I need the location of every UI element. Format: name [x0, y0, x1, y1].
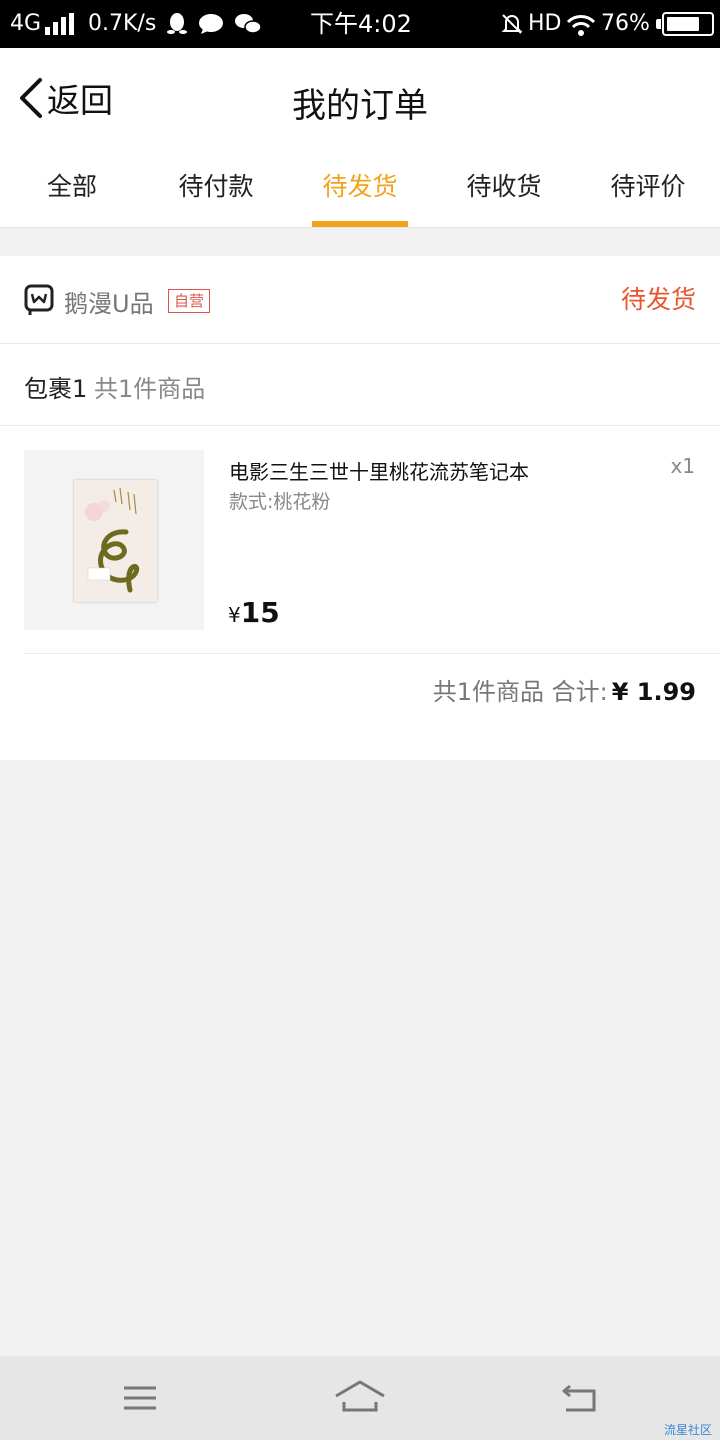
tab-all[interactable]: 全部: [0, 148, 144, 227]
status-bar: 4G 0.7K/s 下午4:02 HD 76%: [0, 0, 720, 48]
product-spec: 款式:桃花粉: [229, 491, 331, 513]
product-price: ¥15: [228, 596, 280, 629]
product-image[interactable]: [24, 450, 204, 630]
order-tabs: 全部 待付款 待发货 待收货 待评价: [0, 148, 720, 228]
nav-header: 返回 我的订单: [0, 48, 720, 148]
system-nav-bar: 流星社区: [0, 1356, 720, 1440]
package-label: 包裹1: [24, 375, 88, 403]
chat-bubble-icon: [199, 14, 223, 34]
shop-row: 鹅漫U品 自营 待发货: [0, 256, 720, 344]
package-row: 包裹1 共1件商品: [0, 344, 720, 426]
battery-icon: [662, 12, 714, 36]
divider: [24, 653, 720, 654]
shop-name[interactable]: 鹅漫U品: [64, 284, 154, 319]
order-total: ¥ 1.99: [611, 678, 696, 706]
tab-pending-payment[interactable]: 待付款: [144, 148, 288, 227]
network-speed: 0.7K/s: [88, 11, 157, 36]
page-title: 我的订单: [292, 86, 428, 126]
qq-icon: [167, 13, 187, 34]
tab-pending-receipt[interactable]: 待收货: [432, 148, 576, 227]
network-type: 4G: [10, 11, 42, 36]
notebook-illustration: [74, 480, 157, 602]
order-status: 待发货: [620, 285, 696, 314]
price-value: 15: [240, 596, 280, 629]
package-count: 共1件商品: [94, 375, 206, 403]
order-card[interactable]: 鹅漫U品 自营 待发货 包裹1 共1件商品 电影三生三世十里桃花流苏笔记本 x1…: [0, 256, 720, 760]
wechat-icon: [235, 14, 262, 34]
currency-symbol: ¥: [228, 603, 241, 627]
battery-percent: 76%: [601, 11, 650, 36]
product-quantity: x1: [670, 454, 695, 478]
summary-label: 共1件商品 合计:: [432, 678, 608, 706]
wifi-icon: [566, 15, 596, 36]
back-nav-icon[interactable]: [556, 1376, 604, 1420]
watermark: 流星社区: [663, 1423, 712, 1437]
order-summary: 共1件商品 合计: ¥ 1.99: [433, 672, 696, 707]
clock: 下午4:02: [310, 10, 412, 38]
self-operated-badge: 自营: [168, 289, 211, 313]
signal-icon: [45, 13, 75, 35]
menu-icon[interactable]: [116, 1376, 164, 1420]
tab-pending-review[interactable]: 待评价: [576, 148, 720, 227]
product-name[interactable]: 电影三生三世十里桃花流苏笔记本: [229, 456, 529, 485]
mute-icon: [501, 14, 523, 34]
home-icon[interactable]: [332, 1376, 388, 1420]
hd-indicator: HD: [528, 11, 562, 36]
tab-pending-shipment[interactable]: 待发货: [288, 148, 432, 227]
shop-logo-icon: [24, 284, 54, 315]
